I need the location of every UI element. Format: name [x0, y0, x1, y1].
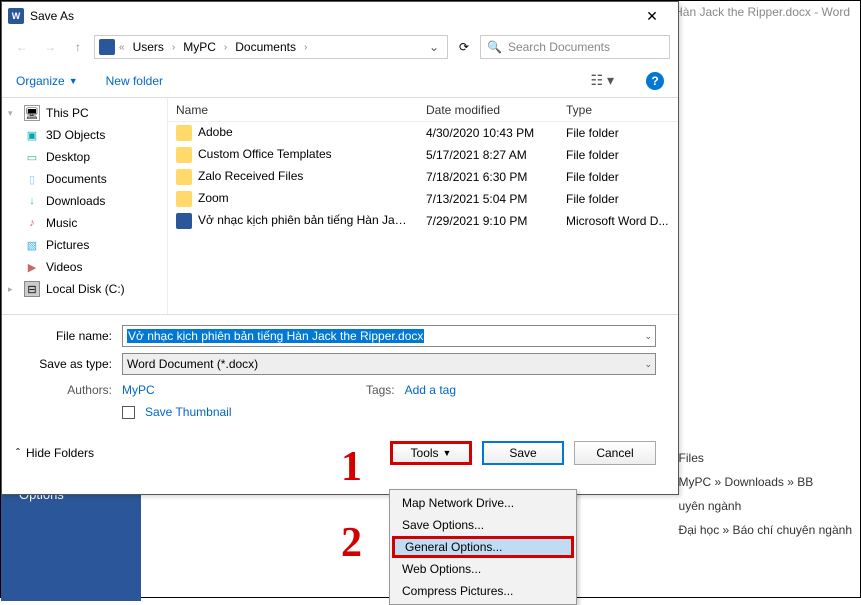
cancel-button[interactable]: Cancel [574, 441, 656, 465]
save-type-field[interactable]: Word Document (*.docx) ⌄ [122, 353, 656, 375]
word-window-title: Hàn Jack the Ripper.docx - Word [674, 5, 850, 19]
save-thumbnail-checkbox[interactable] [122, 406, 135, 419]
organize-button[interactable]: Organize▼ [16, 74, 78, 88]
menu-web-options[interactable]: Web Options... [392, 558, 574, 580]
annotation-1: 1 [341, 443, 362, 491]
download-icon: ↓ [24, 193, 40, 209]
file-row[interactable]: Custom Office Templates5/17/2021 8:27 AM… [168, 144, 678, 166]
tree-downloads[interactable]: ↓Downloads [2, 190, 167, 212]
tree-pictures[interactable]: ▧Pictures [2, 234, 167, 256]
refresh-icon[interactable]: ⟳ [452, 35, 476, 59]
breadcrumb[interactable]: MyPC [179, 38, 220, 56]
file-row[interactable]: Adobe4/30/2020 10:43 PMFile folder [168, 122, 678, 144]
desktop-icon: ▭ [24, 149, 40, 165]
chevron-right-icon: ▸ [8, 284, 18, 295]
save-thumbnail-label[interactable]: Save Thumbnail [145, 405, 232, 419]
chevron-down-icon: ▼ [443, 448, 452, 458]
tree-music[interactable]: ♪Music [2, 212, 167, 234]
column-type[interactable]: Type [558, 103, 678, 117]
folder-tree: ▾🖥This PC ▣3D Objects ▭Desktop ▯Document… [2, 98, 168, 314]
menu-save-options[interactable]: Save Options... [392, 514, 574, 536]
chevron-down-icon[interactable]: ⌄ [644, 359, 652, 370]
tags-label: Tags: [366, 383, 395, 397]
chevron-down-icon[interactable]: ⌄ [644, 331, 652, 342]
recent-item[interactable]: uyên ngành [679, 499, 852, 513]
file-row[interactable]: Zalo Received Files7/18/2021 6:30 PMFile… [168, 166, 678, 188]
video-icon: ▶ [24, 259, 40, 275]
recent-item[interactable]: MyPC » Downloads » BB [679, 475, 852, 489]
word-icon [176, 213, 192, 229]
save-as-dialog: W Save As ✕ ← → ↑ « Users › MyPC › Docum… [1, 1, 679, 495]
picture-icon: ▧ [24, 237, 40, 253]
tree-desktop[interactable]: ▭Desktop [2, 146, 167, 168]
tree-videos[interactable]: ▶Videos [2, 256, 167, 278]
save-type-label: Save as type: [24, 357, 122, 371]
close-icon[interactable]: ✕ [632, 8, 672, 25]
word-icon: W [8, 8, 24, 24]
pc-icon: 🖥 [24, 105, 40, 121]
hide-folders-button[interactable]: ˆ Hide Folders [16, 446, 94, 460]
tags-value[interactable]: Add a tag [405, 383, 456, 397]
folder-icon [176, 169, 192, 185]
help-icon[interactable]: ? [646, 72, 664, 90]
chevron-down-icon[interactable]: ⌄ [425, 40, 443, 54]
annotation-2: 2 [341, 519, 362, 567]
chevron-right-icon: › [222, 42, 229, 53]
column-name[interactable]: Name [168, 103, 418, 117]
file-row[interactable]: Vở nhạc kịch phiên bản tiếng Hàn Jack t.… [168, 210, 678, 232]
file-row[interactable]: Zoom7/13/2021 5:04 PMFile folder [168, 188, 678, 210]
tools-button[interactable]: Tools▼ [390, 441, 472, 465]
file-name-field[interactable]: Vở nhạc kịch phiên bản tiếng Hàn Jack th… [122, 325, 656, 347]
disk-icon: ⊟ [24, 281, 40, 297]
recent-item[interactable]: Files [679, 451, 852, 465]
save-button[interactable]: Save [482, 441, 564, 465]
chevron-up-icon: ˆ [16, 446, 20, 460]
menu-compress-pictures[interactable]: Compress Pictures... [392, 580, 574, 602]
word-icon [99, 39, 115, 55]
folder-icon [176, 191, 192, 207]
tree-this-pc[interactable]: ▾🖥This PC [2, 102, 167, 124]
folder-icon [176, 125, 192, 141]
dialog-title: Save As [30, 9, 632, 23]
chevron-down-icon: ▾ [8, 108, 18, 119]
document-icon: ▯ [24, 171, 40, 187]
search-icon: 🔍 [487, 40, 502, 54]
music-icon: ♪ [24, 215, 40, 231]
back-icon[interactable]: ← [10, 35, 34, 59]
breadcrumb[interactable]: Documents [231, 38, 300, 56]
view-options-icon[interactable]: ☷ ▾ [587, 70, 618, 91]
tree-local-disk[interactable]: ▸⊟Local Disk (C:) [2, 278, 167, 300]
chevron-left-icon: « [117, 42, 127, 53]
folder-icon [176, 147, 192, 163]
file-name-label: File name: [24, 329, 122, 343]
new-folder-button[interactable]: New folder [106, 74, 163, 88]
up-icon[interactable]: ↑ [66, 35, 90, 59]
column-headers: Name Date modified Type [168, 98, 678, 122]
forward-icon[interactable]: → [38, 35, 62, 59]
authors-label: Authors: [24, 383, 122, 397]
tree-3d-objects[interactable]: ▣3D Objects [2, 124, 167, 146]
chevron-right-icon: › [170, 42, 177, 53]
authors-value[interactable]: MyPC [122, 383, 155, 397]
menu-map-network-drive[interactable]: Map Network Drive... [392, 492, 574, 514]
search-placeholder: Search Documents [508, 40, 610, 54]
cube-icon: ▣ [24, 127, 40, 143]
breadcrumb[interactable]: Users [129, 38, 168, 56]
chevron-down-icon: ▼ [69, 76, 78, 86]
address-bar[interactable]: « Users › MyPC › Documents › ⌄ [94, 35, 448, 59]
tools-menu: Map Network Drive... Save Options... Gen… [389, 489, 577, 605]
tree-documents[interactable]: ▯Documents [2, 168, 167, 190]
chevron-right-icon: › [302, 42, 309, 53]
column-date[interactable]: Date modified [418, 103, 558, 117]
search-input[interactable]: 🔍 Search Documents [480, 35, 670, 59]
menu-general-options[interactable]: General Options... [392, 536, 574, 558]
recent-item[interactable]: Đại học » Báo chí chuyên ngành [679, 523, 852, 537]
